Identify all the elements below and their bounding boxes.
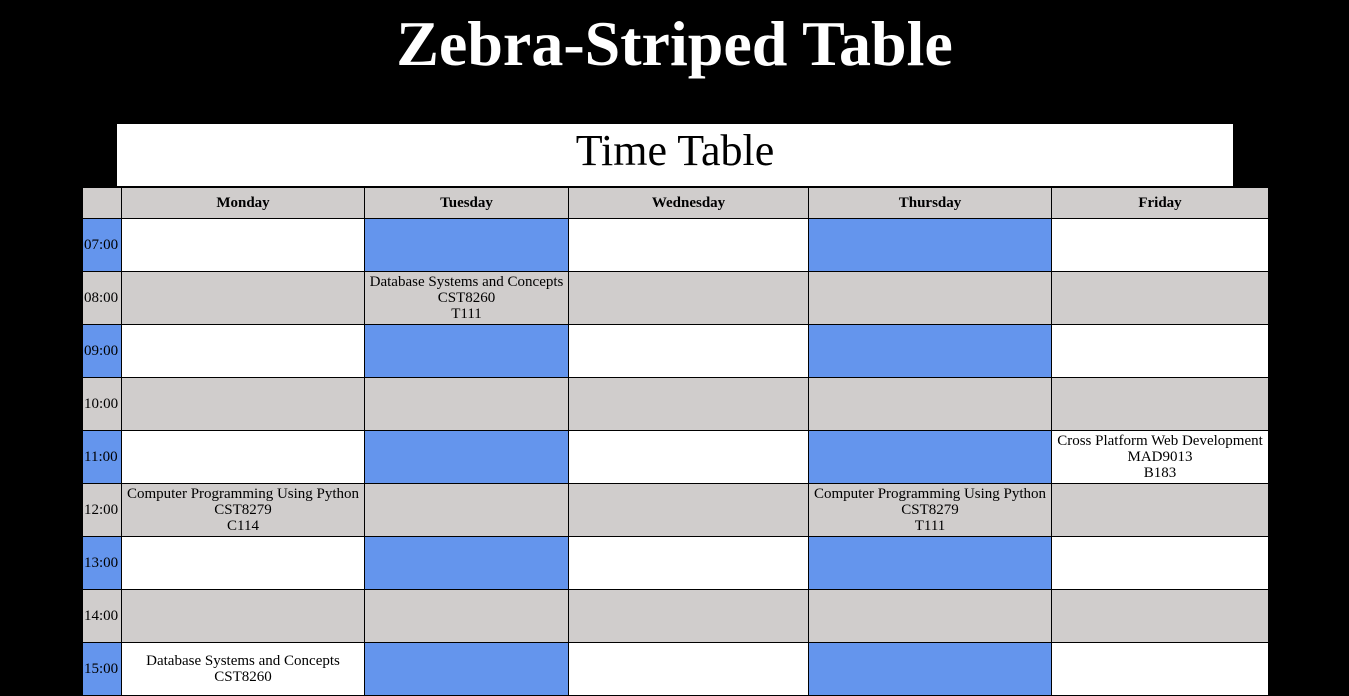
course-name: Computer Programming Using Python	[813, 486, 1047, 502]
schedule-cell-thursday	[808, 218, 1052, 272]
table-row: 09:00	[82, 324, 1269, 378]
course-name: Database Systems and Concepts	[369, 274, 564, 290]
schedule-cell-friday	[1051, 218, 1269, 272]
time-slot-label: 08:00	[82, 271, 122, 325]
course-code: CST8260	[214, 669, 272, 685]
course-code: CST8279	[901, 502, 959, 518]
time-slot-label: 09:00	[82, 324, 122, 378]
schedule-cell-tuesday	[364, 589, 569, 643]
course-code: CST8260	[437, 290, 496, 306]
course-entry: Database Systems and Concepts CST8260 T111	[370, 274, 564, 322]
schedule-cell-tuesday	[364, 483, 569, 537]
schedule-cell-monday	[121, 377, 365, 431]
schedule-cell-thursday	[808, 271, 1052, 325]
schedule-cell-monday	[121, 218, 365, 272]
schedule-cell-wednesday	[568, 218, 809, 272]
schedule-cell-monday: Database Systems and Concepts CST8260	[121, 642, 365, 696]
table-row: 15:00 Database Systems and Concepts CST826…	[82, 642, 1269, 696]
table-row: 11:00 Cross Platform Web Development MAD90…	[82, 430, 1269, 484]
schedule-cell-thursday	[808, 377, 1052, 431]
header-row: Monday Tuesday Wednesday Thursday Friday	[82, 187, 1269, 219]
course-code: MAD9013	[1127, 449, 1193, 465]
schedule-cell-monday	[121, 271, 365, 325]
table-row: 08:00 Database Systems and Concepts CST826…	[82, 271, 1269, 325]
schedule-cell-friday	[1051, 483, 1269, 537]
schedule-cell-friday	[1051, 324, 1269, 378]
schedule-cell-thursday	[808, 324, 1052, 378]
schedule-cell-wednesday	[568, 430, 809, 484]
column-header-wednesday: Wednesday	[568, 187, 809, 219]
schedule-cell-monday	[121, 536, 365, 590]
schedule-cell-monday	[121, 324, 365, 378]
schedule-cell-tuesday	[364, 430, 569, 484]
schedule-cell-wednesday	[568, 589, 809, 643]
schedule-cell-friday	[1051, 377, 1269, 431]
schedule-cell-tuesday	[364, 377, 569, 431]
schedule-cell-tuesday	[364, 536, 569, 590]
schedule-cell-monday	[121, 589, 365, 643]
table-row: 10:00	[82, 377, 1269, 431]
time-slot-label: 12:00	[82, 483, 122, 537]
schedule-cell-friday	[1051, 536, 1269, 590]
schedule-cell-wednesday	[568, 642, 809, 696]
column-header-friday: Friday	[1051, 187, 1269, 219]
schedule-cell-wednesday	[568, 483, 809, 537]
course-room: T111	[451, 306, 482, 322]
course-entry: Computer Programming Using Python CST8279…	[127, 486, 359, 534]
time-slot-label: 15:00	[82, 642, 122, 696]
table-row: 12:00 Computer Programming Using Python CS…	[82, 483, 1269, 537]
schedule-cell-tuesday	[364, 218, 569, 272]
time-slot-label: 11:00	[82, 430, 122, 484]
time-slot-label: 13:00	[82, 536, 122, 590]
course-room: T111	[914, 518, 946, 534]
timetable: Monday Tuesday Wednesday Thursday Friday…	[82, 187, 1269, 696]
column-header-thursday: Thursday	[808, 187, 1052, 219]
schedule-cell-wednesday	[568, 377, 809, 431]
column-header-tuesday: Tuesday	[364, 187, 569, 219]
table-row: 14:00	[82, 589, 1269, 643]
schedule-cell-thursday	[808, 589, 1052, 643]
schedule-cell-thursday	[808, 536, 1052, 590]
course-room: C114	[227, 518, 259, 534]
schedule-cell-wednesday	[568, 536, 809, 590]
schedule-cell-friday: Cross Platform Web Development MAD9013 B18…	[1051, 430, 1269, 484]
time-slot-label: 10:00	[82, 377, 122, 431]
time-slot-label: 14:00	[82, 589, 122, 643]
corner-header-cell	[82, 187, 122, 219]
schedule-cell-monday	[121, 430, 365, 484]
course-entry: Computer Programming Using Python CST8279…	[814, 486, 1046, 534]
schedule-cell-thursday	[808, 642, 1052, 696]
schedule-cell-tuesday	[364, 642, 569, 696]
page-title: Zebra-Striped Table	[396, 8, 953, 79]
column-header-monday: Monday	[121, 187, 365, 219]
course-name: Computer Programming Using Python	[126, 486, 360, 502]
course-code: CST8279	[214, 502, 272, 518]
table-row: 13:00	[82, 536, 1269, 590]
schedule-cell-friday	[1051, 271, 1269, 325]
time-slot-label: 07:00	[82, 218, 122, 272]
schedule-cell-thursday: Computer Programming Using Python CST8279…	[808, 483, 1052, 537]
schedule-cell-thursday	[808, 430, 1052, 484]
schedule-cell-wednesday	[568, 324, 809, 378]
schedule-cell-wednesday	[568, 271, 809, 325]
course-entry: Database Systems and Concepts CST8260	[146, 653, 340, 685]
schedule-cell-tuesday: Database Systems and Concepts CST8260 T111	[364, 271, 569, 325]
schedule-cell-friday	[1051, 589, 1269, 643]
course-entry: Cross Platform Web Development MAD9013 B18…	[1057, 433, 1263, 481]
course-name: Cross Platform Web Development	[1057, 433, 1263, 449]
schedule-cell-friday	[1051, 642, 1269, 696]
schedule-cell-tuesday	[364, 324, 569, 378]
schedule-cell-monday: Computer Programming Using Python CST8279…	[121, 483, 365, 537]
table-caption: Time Table	[117, 124, 1233, 186]
table-row: 07:00	[82, 218, 1269, 272]
course-room: B183	[1143, 465, 1177, 481]
